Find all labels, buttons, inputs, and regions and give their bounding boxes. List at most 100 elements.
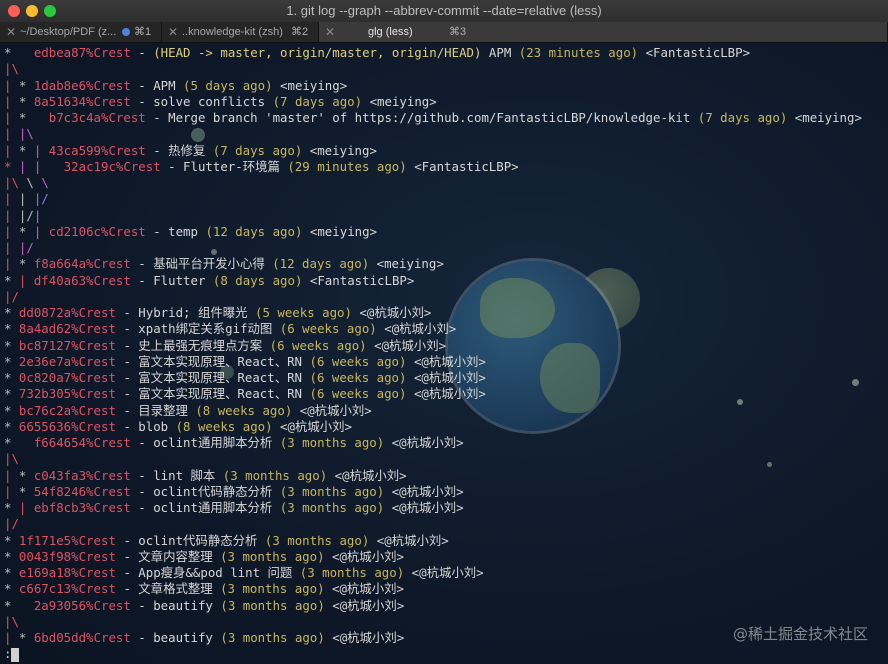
commit-author: <FantasticLBP> xyxy=(309,272,415,288)
log-text: - lint 脚本 xyxy=(130,467,223,483)
close-tab-icon[interactable]: ✕ xyxy=(168,22,178,42)
commit-hash: 43ca599%Crest xyxy=(48,142,146,158)
log-line: | |/| xyxy=(4,208,862,224)
log-text: APM xyxy=(481,45,519,60)
log-text: |\ xyxy=(4,451,19,467)
commit-author: <@杭城小刘> xyxy=(280,418,352,434)
log-text: \ xyxy=(41,175,49,190)
log-text: - beautify xyxy=(130,630,221,645)
log-text: - 目录整理 xyxy=(115,402,196,418)
log-text: |/ xyxy=(18,207,34,223)
commit-hash: 54f8246%Crest xyxy=(33,483,131,499)
commit-date: (3 months ago) xyxy=(220,581,325,597)
commit-author: <FantasticLBP> xyxy=(645,45,751,60)
cursor xyxy=(11,647,20,662)
tab-1[interactable]: ✕ ~/Desktop/PDF (z... ⌘1 xyxy=(0,22,162,42)
log-text: | xyxy=(18,158,34,174)
log-text: | xyxy=(18,272,34,288)
log-line: * | ebf8cb3%Crest - oclint通用脚本分析 (3 mont… xyxy=(4,500,862,516)
commit-hash: bc87127%Crest xyxy=(18,337,116,353)
commit-author: <@杭城小刘> xyxy=(384,321,457,337)
log-text: - 文章格式整理 xyxy=(115,581,221,597)
terminal-content[interactable]: * edbea87%Crest - (HEAD -> master, origi… xyxy=(0,43,888,664)
log-text: * xyxy=(18,142,34,158)
log-line: * 1f171e5%Crest - oclint代码静态分析 (3 months… xyxy=(4,533,862,549)
commit-date: (6 weeks ago) xyxy=(309,353,407,369)
close-tab-icon[interactable]: ✕ xyxy=(325,22,335,42)
close-tab-icon[interactable]: ✕ xyxy=(6,22,16,42)
log-line: | * f8a664a%Crest - 基础平台开发小心得 (12 days a… xyxy=(4,256,862,272)
log-text: * xyxy=(18,77,34,93)
commit-date: (12 days ago) xyxy=(205,223,303,239)
commit-hash: ebf8cb3%Crest xyxy=(33,500,131,515)
commit-date: (8 weeks ago) xyxy=(175,418,273,434)
log-line: | | |/ xyxy=(4,191,862,207)
commit-date: (3 months ago) xyxy=(220,630,325,645)
log-text: - Flutter-环境篇 xyxy=(160,158,288,174)
log-text: | xyxy=(4,93,19,109)
log-text: * xyxy=(4,548,19,564)
log-text: | xyxy=(18,500,34,515)
log-text: * xyxy=(4,370,19,385)
commit-hash: df40a63%Crest xyxy=(33,272,131,288)
log-line: * 0043f98%Crest - 文章内容整理 (3 months ago) … xyxy=(4,549,862,565)
log-text: - 富文本实现原理、React、RN xyxy=(115,370,310,385)
log-text: * xyxy=(4,565,19,580)
log-text: | xyxy=(33,223,49,239)
commit-author: <meiying> xyxy=(309,142,377,158)
commit-author: <@杭城小刘> xyxy=(374,337,447,353)
log-text: - 基础平台开发小心得 xyxy=(130,256,273,272)
commit-hash: 2e36e7a%Crest xyxy=(18,353,116,369)
commit-author: <meiying> xyxy=(794,110,862,125)
log-text: |/ xyxy=(33,191,49,207)
commit-author: <@杭城小刘> xyxy=(332,597,405,613)
log-text: |/ xyxy=(18,240,34,255)
log-line: | * | cd2106c%Crest - temp (12 days ago)… xyxy=(4,224,862,240)
commit-date: (3 months ago) xyxy=(220,597,325,613)
log-text: - Hybrid; 组件曝光 xyxy=(115,305,255,320)
commit-author: <@杭城小刘> xyxy=(413,353,486,369)
log-line: * c667c13%Crest - 文章格式整理 (3 months ago) … xyxy=(4,581,862,597)
commit-date: (6 weeks ago) xyxy=(279,321,377,337)
log-line: * dd0872a%Crest - Hybrid; 组件曝光 (5 weeks … xyxy=(4,305,862,321)
log-text: | xyxy=(4,483,19,499)
log-text: * xyxy=(4,386,19,402)
commit-hash: b7c3c4a%Crest xyxy=(48,110,146,125)
log-line: * | df40a63%Crest - Flutter (8 days ago)… xyxy=(4,273,862,289)
commit-date: (5 days ago) xyxy=(183,77,273,93)
less-prompt[interactable]: : xyxy=(4,646,20,662)
title-bar: 1. git log --graph --abbrev-commit --dat… xyxy=(0,0,888,23)
commit-hash: bc76c2a%Crest xyxy=(18,402,116,418)
log-text: - oclint代码静态分析 xyxy=(115,532,265,548)
commit-author: <@杭城小刘> xyxy=(332,630,405,645)
log-line: |/ xyxy=(4,516,862,532)
log-line: * 732b305%Crest - 富文本实现原理、React、RN (6 we… xyxy=(4,386,862,402)
commit-date: (7 days ago) xyxy=(212,142,303,158)
log-line: * bc87127%Crest - 史上最强无痕埋点方案 (6 weeks ag… xyxy=(4,338,862,354)
watermark: @稀土掘金技术社区 xyxy=(732,625,868,643)
log-text: * xyxy=(4,532,19,548)
log-text: - xyxy=(130,45,154,60)
log-text: | xyxy=(4,77,19,93)
log-text: * xyxy=(4,418,19,434)
commit-hash: f664654%Crest xyxy=(33,435,131,450)
commit-author: <FantasticLBP> xyxy=(414,158,519,174)
commit-author: <meiying> xyxy=(309,223,378,239)
commit-hash: 732b305%Crest xyxy=(18,386,116,402)
log-text: | xyxy=(33,158,49,174)
commit-author: <meiying> xyxy=(369,93,437,109)
terminal-window: 1. git log --graph --abbrev-commit --dat… xyxy=(0,0,888,664)
log-line: | * 8a51634%Crest - solve conflicts (7 d… xyxy=(4,94,862,110)
log-line: | * | 43ca599%Crest - 热修复 (7 days ago) <… xyxy=(4,143,862,159)
commit-author: <meiying> xyxy=(376,256,444,272)
tab-2[interactable]: ✕ ..knowledge-kit (zsh) ⌘2 xyxy=(162,22,319,42)
log-text: - solve conflicts xyxy=(130,93,273,109)
tab-3[interactable]: ✕ glg (less) ⌘3 xyxy=(319,22,888,42)
commit-date: (6 weeks ago) xyxy=(309,386,407,402)
commit-author: <@杭城小刘> xyxy=(413,370,486,385)
